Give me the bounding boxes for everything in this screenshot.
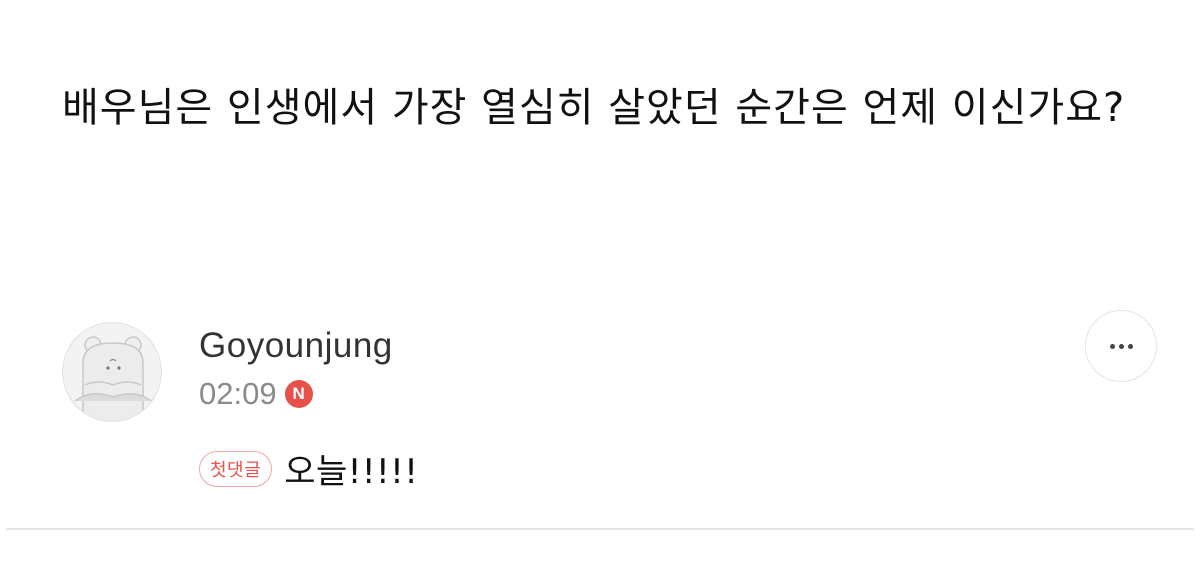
more-horizontal-icon: [1109, 343, 1133, 349]
more-options-button[interactable]: [1085, 310, 1157, 382]
comment-text: 오늘!!!!!: [284, 452, 419, 492]
comment-item: Goyounjung 02:09 N 첫댓글 오늘!!!!!: [0, 300, 1200, 530]
comment-author[interactable]: Goyounjung: [199, 326, 393, 366]
hamster-avatar-icon: [74, 336, 152, 421]
comment-body: 첫댓글 오늘!!!!!: [199, 444, 418, 493]
divider: [6, 528, 1194, 530]
avatar[interactable]: [62, 322, 162, 422]
first-comment-badge: 첫댓글: [199, 450, 273, 487]
question-text: 배우님은 인생에서 가장 열심히 살았던 순간은 언제 이신가요?: [62, 85, 1126, 131]
comment-time: 02:09: [199, 376, 277, 411]
comment-meta: 02:09 N: [199, 376, 313, 412]
new-badge: N: [284, 380, 313, 408]
